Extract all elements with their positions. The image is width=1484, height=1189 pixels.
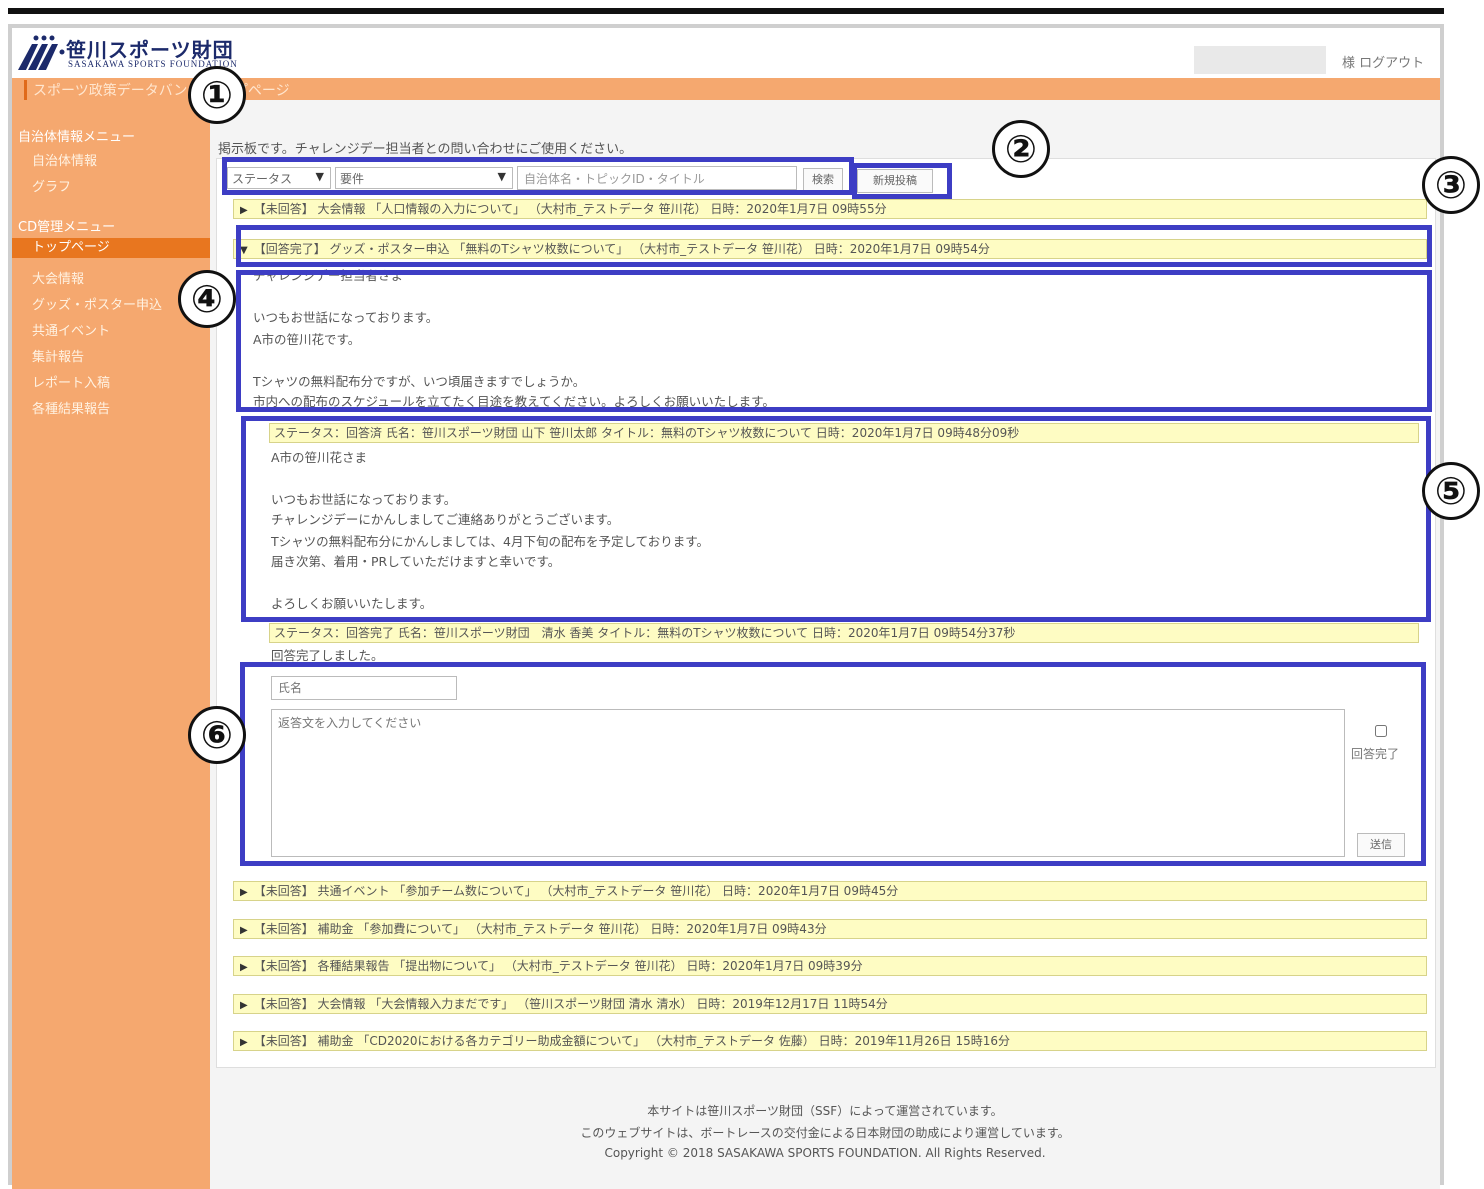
thread-title: 【未回答】 補助金 「CD2020における各カテゴリー助成金額について」 （大村… (253, 1034, 1011, 1048)
sidebar-item-municipality[interactable]: 自治体情報 (32, 150, 97, 169)
thread-title: 【未回答】 補助金 「参加費について」 （大村市_テストデータ 笹川花） 日時：… (253, 922, 827, 936)
sidebar: 自治体情報メニュー 自治体情報 グラフ CD管理メニュー トップページ 大会情報… (12, 100, 210, 1189)
thread-row[interactable]: ▶ 【未回答】 補助金 「参加費について」 （大村市_テストデータ 笹川花） 日時… (233, 919, 1427, 939)
thread-row[interactable]: ▶ 【未回答】 各種結果報告 「提出物について」 （大村市_テストデータ 笹川花）… (233, 956, 1427, 976)
thread-title: 【未回答】 大会情報 「大会情報入力まだです」 （笹川スポーツ財団 清水 清水）… (253, 997, 888, 1011)
thread-title: 【未回答】 共通イベント 「参加チーム数について」 （大村市_テストデータ 笹川… (253, 884, 899, 898)
thread-row[interactable]: ▶ 【未回答】 補助金 「CD2020における各カテゴリー助成金額について」 （大… (233, 1031, 1427, 1051)
ssf-logo-icon (18, 35, 65, 70)
thread-row[interactable]: ▶ 【未回答】 大会情報 「人口情報の入力について」 （大村市_テストデータ 笹川… (233, 199, 1427, 219)
callout-box-4b (236, 270, 1432, 412)
user-name-box (1194, 46, 1326, 74)
sidebar-item-report-upload[interactable]: レポート入稿 (32, 372, 110, 391)
callout-box-4a (236, 225, 1432, 267)
callout-box-6 (240, 662, 1426, 866)
expand-arrow-icon: ▶ (240, 1037, 248, 1048)
callout-box-5 (241, 416, 1431, 622)
logout-link[interactable]: 様 ログアウト (1342, 52, 1424, 71)
callout-box-3 (852, 163, 952, 199)
breadcrumb[interactable]: スポーツ政策データバンク トップページ (24, 80, 290, 100)
sidebar-item-event-info[interactable]: 大会情報 (32, 268, 84, 287)
footer-copyright: Copyright © 2018 SASAKAWA SPORTS FOUNDAT… (604, 1146, 1046, 1160)
top-rule (8, 8, 1444, 14)
sidebar-item-results-report[interactable]: 各種結果報告 (32, 398, 110, 417)
expand-arrow-icon: ▶ (240, 925, 248, 936)
sidebar-item-tally-report[interactable]: 集計報告 (32, 346, 84, 365)
sidebar-item-top-page[interactable]: トップページ (12, 238, 210, 258)
expand-arrow-icon: ▶ (240, 1000, 248, 1011)
callout-number-4: ④ (178, 270, 236, 328)
sidebar-menu1-title: 自治体情報メニュー (18, 130, 136, 145)
callout-number-3: ③ (1422, 156, 1480, 214)
thread-row[interactable]: ▶ 【未回答】 共通イベント 「参加チーム数について」 （大村市_テストデータ 笹… (233, 881, 1427, 901)
expand-arrow-icon: ▶ (240, 962, 248, 973)
expand-arrow-icon: ▶ (240, 205, 248, 216)
callout-number-1: ① (188, 66, 246, 124)
sidebar-item-goods-order[interactable]: グッズ・ポスター申込 (32, 294, 162, 313)
sidebar-item-common-event[interactable]: 共通イベント (32, 320, 110, 339)
sidebar-item-graph[interactable]: グラフ (32, 176, 71, 195)
sidebar-menu2-title: CD管理メニュー (18, 220, 116, 235)
footer-text: 本サイトは笹川スポーツ財団（SSF）によって運営されています。 (647, 1104, 1003, 1118)
reply-header: ステータス：回答完了 氏名：笹川スポーツ財団 清水 香美 タイトル：無料のTシャ… (269, 623, 1419, 643)
thread-row[interactable]: ▶ 【未回答】 大会情報 「大会情報入力まだです」 （笹川スポーツ財団 清水 清水… (233, 994, 1427, 1014)
thread-title: 【未回答】 各種結果報告 「提出物について」 （大村市_テストデータ 笹川花） … (253, 959, 863, 973)
expand-arrow-icon: ▶ (240, 887, 248, 898)
callout-number-2: ② (992, 120, 1050, 178)
intro-text: 掲示板です。チャレンジデー担当者との問い合わせにご使用ください。 (218, 142, 633, 157)
callout-box-2 (222, 157, 854, 195)
thread-title: 【未回答】 大会情報 「人口情報の入力について」 （大村市_テストデータ 笹川花… (253, 202, 887, 216)
footer-text: このウェブサイトは、ボートレースの交付金による日本財団の助成により運営しています… (580, 1126, 1070, 1140)
callout-number-6: ⑥ (188, 706, 246, 764)
callout-number-5: ⑤ (1422, 462, 1480, 520)
